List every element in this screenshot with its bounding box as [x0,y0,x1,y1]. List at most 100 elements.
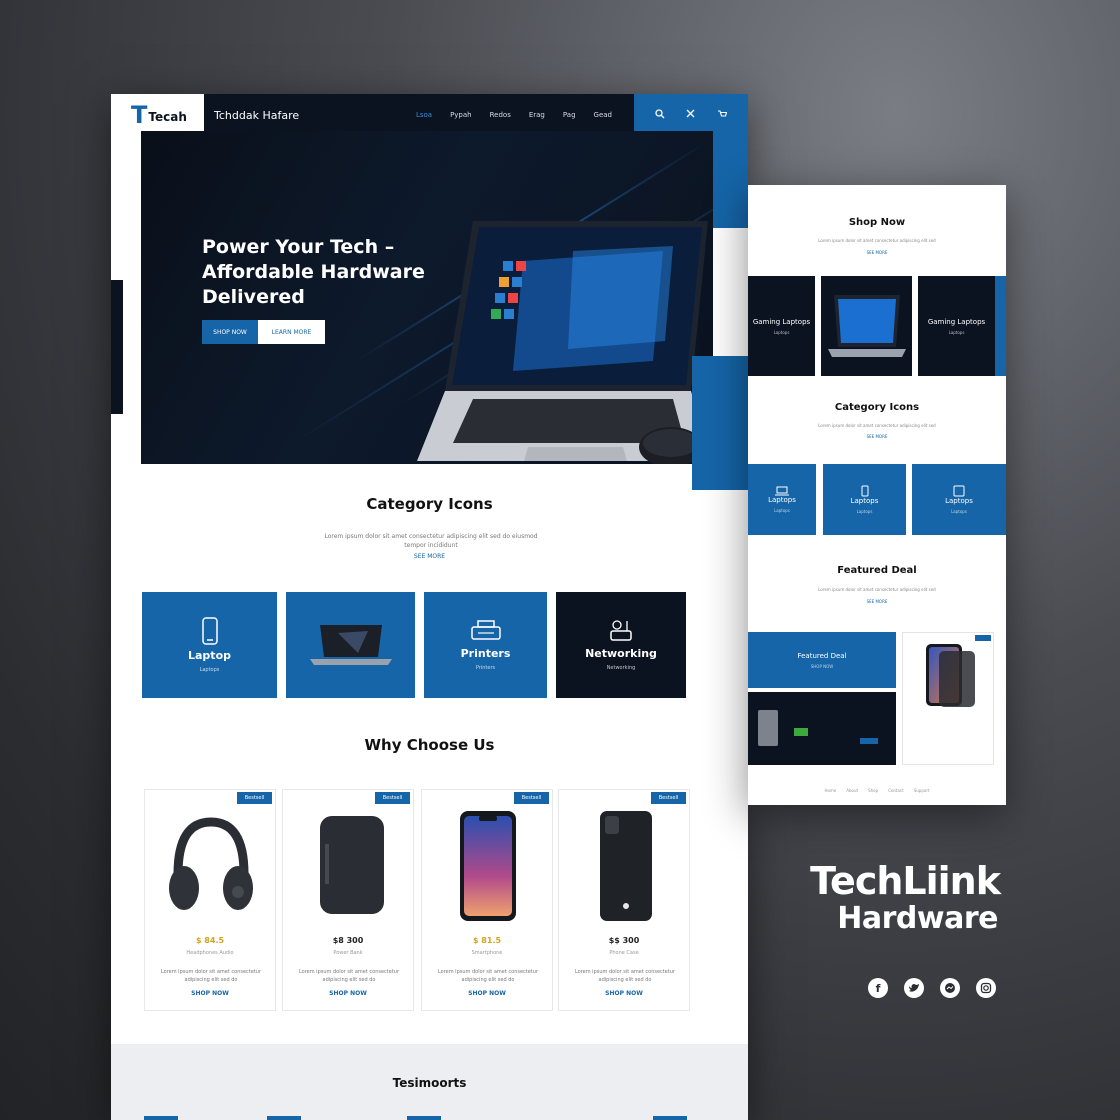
category-tile-printers[interactable]: Printers Printers [424,592,547,698]
smartphone-icon [926,644,975,707]
learn-more-button[interactable]: LEARN MORE [258,320,325,344]
logo[interactable]: T Tecah [111,94,204,136]
category-name: Printers [460,647,511,660]
category-tile-laptops[interactable] [286,592,415,698]
shop-tile[interactable]: Gaming Laptops Laptops [748,276,815,376]
instagram-icon[interactable] [976,978,996,998]
nav-link-1[interactable]: Lsoa [416,111,432,119]
product-shop-link[interactable]: SHOP NOW [145,990,275,997]
category-link[interactable]: SEE MORE [748,434,1006,439]
category-section-title: Category Icons [366,495,493,513]
nav-icon-bar [634,94,748,136]
shop-tile-sub: Laptops [948,329,965,335]
footer-link[interactable]: Home [824,788,836,793]
nav-link-3[interactable]: Redos [490,111,511,119]
shop-tile-sub: Laptops [773,329,790,335]
nav-links: Lsoa Pypah Redos Erag Pag Gead [416,111,612,119]
smartphone-icon [460,811,516,921]
product-price: $8 300 [332,936,364,945]
product-shop-link[interactable]: SHOP NOW [422,990,552,997]
featured-deal-banner[interactable]: Featured Deal SHOP NOW [748,632,896,688]
product-price: $ 84.5 [195,936,225,945]
product-card[interactable]: Bestsell $8 300 Power Bank Lorem ipsum d… [282,789,414,1011]
twitter-icon[interactable] [904,978,924,998]
phone-case-icon [600,811,652,921]
product-shop-link[interactable]: SHOP NOW [283,990,413,997]
category-tile-name: Laptops [850,497,879,505]
phone-icon [201,617,218,645]
shop-now-title: Shop Now [848,217,906,228]
category-tile-networking[interactable]: Networking Networking [556,592,686,698]
product-badge: Bestsell [237,792,272,804]
secondary-page-mockup: Shop Now Lorem ipsum dolor sit amet cons… [748,185,1006,805]
shop-now-subtitle: Lorem ipsum dolor sit amet consectetur a… [818,238,936,243]
laptop-icon [827,295,906,357]
why-section-title: Why Choose Us [364,736,495,754]
footer-link[interactable]: Support [914,788,930,793]
messenger-icon[interactable] [940,978,960,998]
category-sub: Printers [475,665,496,671]
brand-wordmark-line1: TechLiink [810,859,1001,903]
shop-tile-name: Gaming Laptops [927,317,986,326]
logo-text: Tecah [148,110,187,124]
featured-subtitle: Lorem ipsum dolor sit amet consectetur a… [818,587,936,592]
shop-tile[interactable]: Gaming Laptops Laptops [918,276,995,376]
router-icon [610,620,632,641]
nav-link-5[interactable]: Pag [563,111,576,119]
close-icon[interactable] [686,109,695,121]
footer-link[interactable]: Shop [868,788,878,793]
testimonials-section: Tesimoorts [111,1044,748,1120]
featured-link[interactable]: SEE MORE [748,599,1006,604]
cart-icon[interactable] [717,109,728,122]
testimonial-tab[interactable] [267,1116,301,1120]
product-meta: Power Bank [333,950,363,956]
status-chip [794,728,808,736]
tile-accent [995,276,1006,376]
nav-link-2[interactable]: Pypah [450,111,472,119]
hero-banner: Power Your Tech – Affordable Hardware De… [141,131,713,464]
product-card[interactable]: Bestsell $$ 300 Phone Case Lorem ipsum d… [558,789,690,1011]
testimonial-tab[interactable] [653,1116,687,1120]
product-badge [975,635,991,641]
overlap-accent-block [692,356,748,490]
shop-now-button[interactable]: SHOP NOW [202,320,258,344]
category-tile-laptop[interactable]: Laptop Laptops [142,592,277,698]
router-icon [758,710,778,746]
product-meta: Headphones Audio [186,950,234,956]
featured-phone-card[interactable] [902,632,994,765]
product-meta: Smartphone [471,950,503,956]
product-shop-link[interactable]: SHOP NOW [559,990,689,997]
logo-mark: T [131,101,148,129]
search-icon[interactable] [655,108,665,122]
featured-title: Featured Deal [837,565,917,576]
tablet-icon [953,485,965,497]
category-tile[interactable]: Laptops Laptops [823,464,906,535]
featured-box-title: Featured Deal [797,651,847,660]
testimonial-tab[interactable] [407,1116,441,1120]
shop-tile-name: Gaming Laptops [752,317,811,326]
cta-chip[interactable] [860,738,878,744]
nav-link-4[interactable]: Erag [529,111,545,119]
facebook-icon[interactable]: f [868,978,888,998]
shop-tile[interactable] [821,276,912,376]
nav-link-6[interactable]: Gead [594,111,612,119]
category-tile-name: Laptops [945,497,973,505]
brand-wordmark-line2: Hardware [837,901,998,936]
product-card[interactable]: Bestsell $ 81.5 Smartphone Lorem ipsum d… [421,789,553,1011]
product-card[interactable]: Bestsell $ 84.5 Headphones Audio Lorem i… [144,789,276,1011]
product-price: $$ 300 [608,936,640,945]
testimonial-tab[interactable] [144,1116,178,1120]
laptop-icon [775,486,789,496]
category-sub: Networking [606,665,636,671]
category-see-more-link[interactable]: SEE MORE [111,553,748,560]
featured-product-tile[interactable] [748,692,896,765]
category-subtitle: Lorem ipsum dolor sit amet consectetur a… [818,423,936,428]
category-tile[interactable]: Laptops Laptops [748,464,816,535]
shop-now-link[interactable]: SEE MORE [748,250,1006,255]
footer-link[interactable]: About [846,788,858,793]
category-tile[interactable]: Laptops Laptops [912,464,1006,535]
testimonials-title: Tesimoorts [392,1076,467,1090]
product-description: Lorem ipsum dolor sit amet consectetur a… [160,969,262,983]
footer-link[interactable]: Contact [888,788,904,793]
category-tile-sub: Laptops [856,509,873,514]
